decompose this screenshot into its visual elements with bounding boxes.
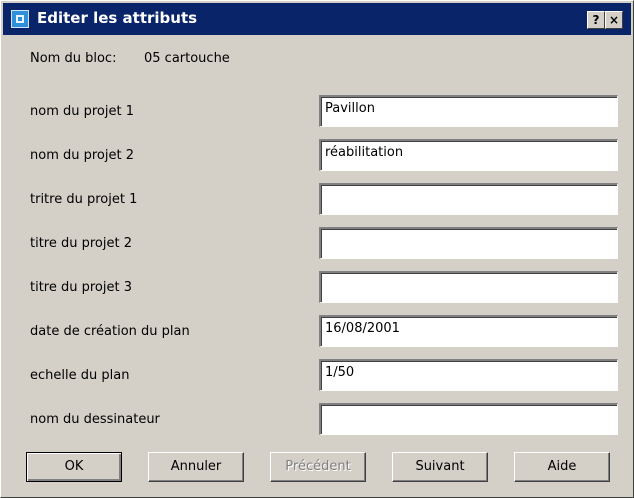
help-title-button[interactable]: ? bbox=[587, 11, 605, 29]
next-button[interactable]: Suivant bbox=[392, 452, 488, 482]
field-input-tritre-du-projet-1[interactable] bbox=[319, 183, 618, 215]
field-input-nom-du-dessinateur[interactable] bbox=[319, 403, 618, 435]
ok-button[interactable]: OK bbox=[26, 452, 122, 482]
cancel-button[interactable]: Annuler bbox=[148, 452, 244, 482]
block-name-label: Nom du bloc: bbox=[30, 51, 117, 66]
previous-button[interactable]: Précédent bbox=[270, 452, 366, 482]
window-title: Editer les attributs bbox=[37, 9, 198, 27]
block-name-row: Nom du bloc: 05 cartouche bbox=[30, 51, 230, 66]
field-label-nom-du-projet-1: nom du projet 1 bbox=[30, 104, 134, 119]
field-input-nom-du-projet-2[interactable]: réabilitation bbox=[319, 139, 618, 171]
field-label-echelle-du-plan: echelle du plan bbox=[30, 368, 130, 383]
field-input-date-de-creation[interactable]: 16/08/2001 bbox=[319, 315, 618, 347]
field-input-nom-du-projet-1[interactable]: Pavillon bbox=[319, 95, 618, 127]
field-input-echelle-du-plan[interactable]: 1/50 bbox=[319, 359, 618, 391]
app-icon bbox=[11, 10, 29, 28]
field-input-titre-du-projet-2[interactable] bbox=[319, 227, 618, 259]
title-bar[interactable]: Editer les attributs ? × bbox=[3, 3, 631, 35]
field-label-nom-du-projet-2: nom du projet 2 bbox=[30, 148, 134, 163]
field-label-date-de-creation: date de création du plan bbox=[30, 324, 190, 339]
block-name-value: 05 cartouche bbox=[144, 51, 230, 66]
field-label-titre-du-projet-2: titre du projet 2 bbox=[30, 236, 132, 251]
field-label-nom-du-dessinateur: nom du dessinateur bbox=[30, 412, 160, 427]
field-input-titre-du-projet-3[interactable] bbox=[319, 271, 618, 303]
help-button[interactable]: Aide bbox=[514, 452, 610, 482]
edit-attributes-dialog: Editer les attributs ? × Nom du bloc: 05… bbox=[0, 0, 634, 498]
field-label-tritre-du-projet-1: tritre du projet 1 bbox=[30, 192, 138, 207]
field-label-titre-du-projet-3: titre du projet 3 bbox=[30, 280, 132, 295]
close-button[interactable]: × bbox=[605, 11, 623, 29]
